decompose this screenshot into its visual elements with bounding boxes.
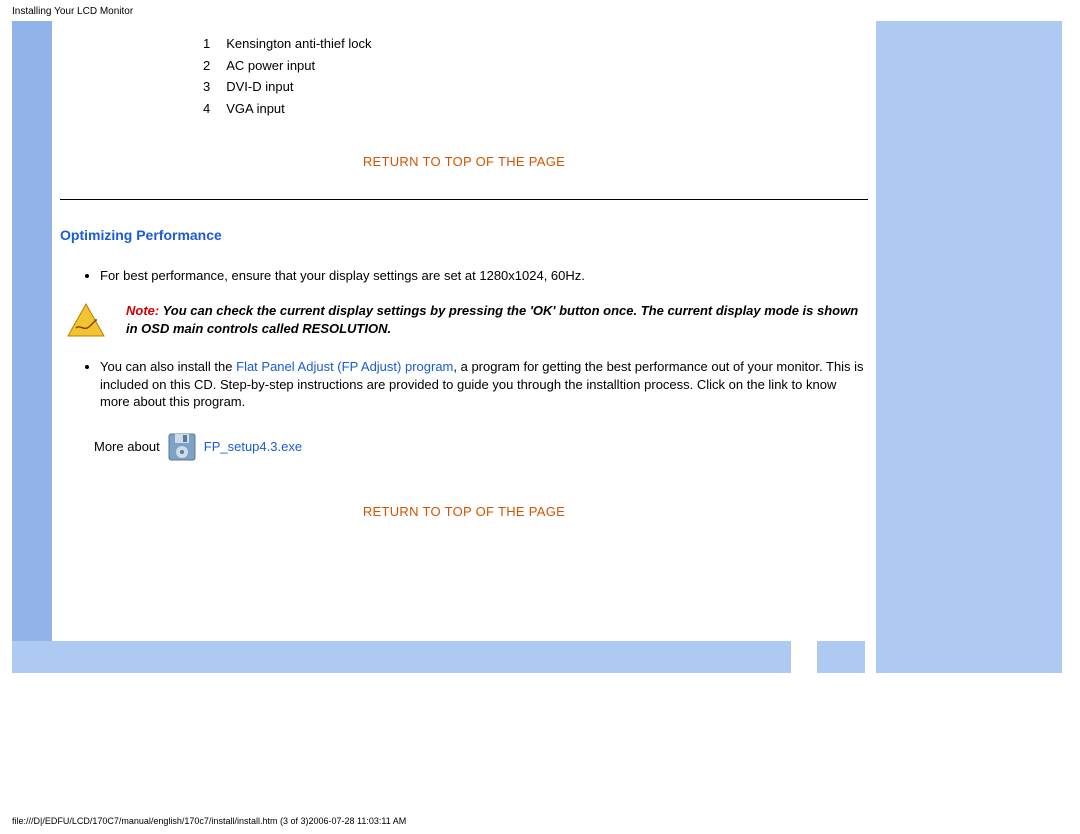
right-decor-band (880, 21, 1062, 641)
port-label: VGA input (218, 98, 379, 120)
floppy-disk-icon[interactable] (168, 433, 196, 461)
port-num: 4 (195, 98, 218, 120)
fp-setup-exe-link[interactable]: FP_setup4.3.exe (204, 438, 302, 456)
warning-icon (66, 302, 106, 338)
fp-text-pre: You can also install the (100, 359, 236, 374)
content-panel: 1 Kensington anti-thief lock 2 AC power … (52, 21, 876, 641)
list-item: You can also install the Flat Panel Adju… (100, 358, 868, 411)
port-label: Kensington anti-thief lock (218, 33, 379, 55)
bottom-seg (52, 641, 791, 673)
bottom-gap (865, 641, 876, 673)
port-label: AC power input (218, 55, 379, 77)
footer-file-path: file:///D|/EDFU/LCD/170C7/manual/english… (0, 810, 418, 832)
return-to-top-link[interactable]: RETURN TO TOP OF THE PAGE (60, 153, 868, 171)
port-num: 2 (195, 55, 218, 77)
fp-bullet-list: You can also install the Flat Panel Adju… (100, 358, 868, 411)
port-list-table: 1 Kensington anti-thief lock 2 AC power … (195, 33, 380, 119)
more-about-row: More about FP_setup4.3.exe (94, 433, 868, 461)
document-frame: 1 Kensington anti-thief lock 2 AC power … (12, 21, 1062, 673)
note-callout: Note: You can check the current display … (60, 302, 868, 338)
more-about-label: More about (94, 438, 160, 456)
return-to-top-link[interactable]: RETURN TO TOP OF THE PAGE (60, 503, 868, 521)
bottom-decor-row (52, 641, 876, 673)
port-num: 1 (195, 33, 218, 55)
bottom-seg (817, 641, 865, 673)
list-item: For best performance, ensure that your d… (100, 267, 868, 285)
note-body: You can check the current display settin… (126, 303, 858, 336)
perf-bullet-list: For best performance, ensure that your d… (100, 267, 868, 285)
table-row: 1 Kensington anti-thief lock (195, 33, 380, 55)
section-heading-optimizing: Optimizing Performance (60, 226, 868, 245)
content-inner: 1 Kensington anti-thief lock 2 AC power … (52, 21, 876, 520)
note-text: Note: You can check the current display … (126, 302, 868, 337)
note-label: Note: (126, 303, 159, 318)
port-num: 3 (195, 76, 218, 98)
table-row: 2 AC power input (195, 55, 380, 77)
left-decor-band (12, 21, 52, 641)
port-label: DVI-D input (218, 76, 379, 98)
page-header-title: Installing Your LCD Monitor (0, 0, 1080, 21)
section-divider (60, 199, 868, 200)
table-row: 4 VGA input (195, 98, 380, 120)
fp-adjust-link[interactable]: Flat Panel Adjust (FP Adjust) program (236, 359, 453, 374)
bottom-gap (791, 641, 817, 673)
table-row: 3 DVI-D input (195, 76, 380, 98)
